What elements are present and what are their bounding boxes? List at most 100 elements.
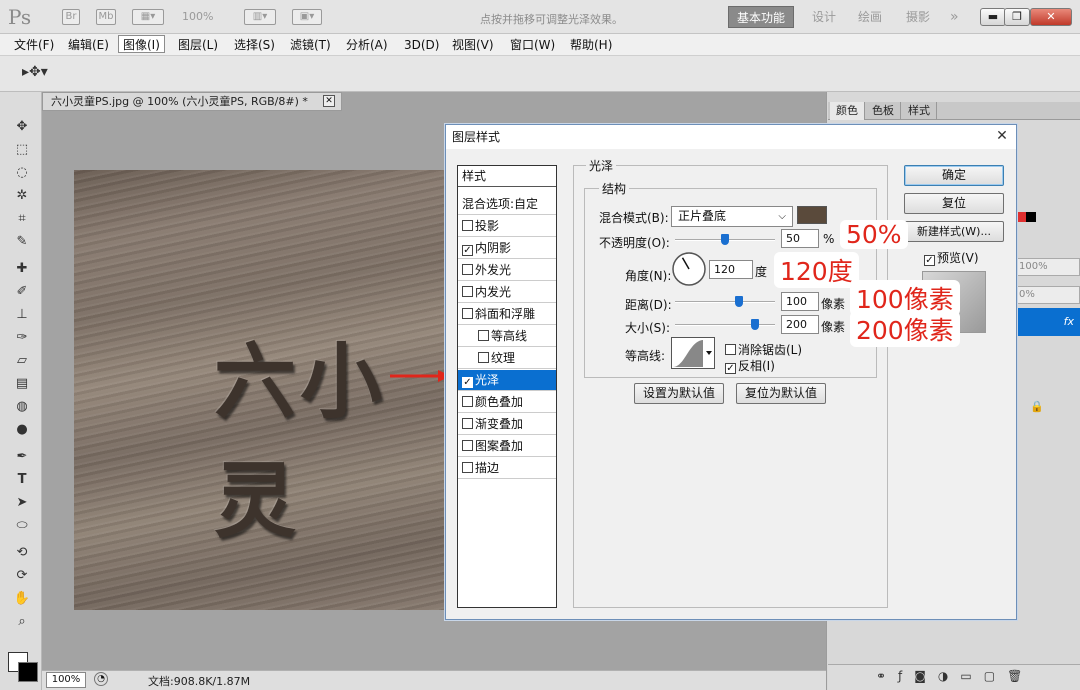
menu-window[interactable]: 窗口(W) [506,36,559,54]
eyedropper-tool-icon[interactable]: ✎ [12,233,32,251]
arrange-documents-button[interactable]: ▥▾ [244,9,276,25]
close-document-icon[interactable]: ✕ [323,95,335,107]
pen-tool-icon[interactable]: ✒ [12,448,32,466]
drop-shadow-checkbox[interactable] [462,220,473,231]
anti-alias-option[interactable]: 消除锯齿(L) [725,341,802,358]
tab-styles[interactable]: 样式 [902,102,937,120]
menu-view[interactable]: 视图(V) [448,36,498,54]
menu-file[interactable]: 文件(F) [10,36,58,54]
zoom-tool-icon[interactable]: ⌕ [12,613,32,631]
move-tool-icon[interactable]: ✥ [12,118,32,136]
angle-input[interactable]: 120 [709,260,753,279]
bridge-button[interactable]: Br [62,9,80,25]
pattern-overlay-checkbox[interactable] [462,440,473,451]
style-item-stroke[interactable]: 描边 [458,458,556,479]
workspace-painting[interactable]: 绘画 [850,6,890,28]
shape-tool-icon[interactable]: ⬭ [12,517,32,535]
foreground-color-swatch[interactable] [18,662,38,682]
preview-option[interactable]: ✓ 预览(V) [924,249,979,266]
dialog-close-icon[interactable]: ✕ [994,129,1010,145]
tab-swatches[interactable]: 色板 [866,102,901,120]
mini-bridge-button[interactable]: Mb [96,9,116,25]
style-item-drop-shadow[interactable]: 投影 [458,216,556,237]
style-item-outer-glow[interactable]: 外发光 [458,260,556,281]
menu-3d[interactable]: 3D(D) [400,36,443,54]
hand-tool-icon[interactable]: ✋ [12,590,32,608]
opacity-field[interactable]: 100% [1016,258,1080,276]
distance-input[interactable]: 100 [781,292,819,311]
zoom-level[interactable]: 100% [182,10,213,23]
history-brush-tool-icon[interactable]: ✑ [12,329,32,347]
texture-checkbox[interactable] [478,352,489,363]
style-item-gradient-overlay[interactable]: 渐变叠加 [458,414,556,435]
workspace-photography[interactable]: 摄影 [898,6,938,28]
minimize-button[interactable]: ▬ [980,8,1006,26]
selected-layer-fx[interactable]: fx [1016,308,1080,336]
inner-glow-checkbox[interactable] [462,286,473,297]
size-input[interactable]: 200 [781,315,819,334]
workspace-essentials[interactable]: 基本功能 [728,6,795,28]
workspace-design[interactable]: 设计 [804,6,844,28]
make-default-button[interactable]: 设置为默认值 [634,383,724,404]
blur-tool-icon[interactable]: ◍ [12,398,32,416]
zoom-field[interactable]: 100% [46,672,86,688]
bevel-emboss-checkbox[interactable] [462,308,473,319]
close-window-button[interactable]: ✕ [1030,8,1072,26]
distance-slider-thumb[interactable] [735,296,743,307]
opacity-slider-thumb[interactable] [721,234,729,245]
color-ramp[interactable] [1016,212,1036,222]
menu-edit[interactable]: 编辑(E) [64,36,113,54]
invert-checkbox[interactable]: ✓ [725,363,736,374]
blend-mode-select[interactable]: 正片叠底 ⌵ [671,206,793,227]
style-item-texture[interactable]: 纹理 [458,348,556,369]
size-slider[interactable] [675,324,775,326]
style-item-blend-options[interactable]: 混合选项:自定 [458,194,556,215]
satin-color-swatch[interactable] [797,206,827,224]
stroke-checkbox[interactable] [462,462,473,473]
satin-checkbox[interactable]: ✓ [462,377,473,388]
fill-field[interactable]: 0% [1016,286,1080,304]
marquee-tool-icon[interactable]: ⬚ [12,141,32,159]
type-tool-icon[interactable]: T [12,471,32,489]
dodge-tool-icon[interactable]: ● [12,421,32,439]
menu-help[interactable]: 帮助(H) [566,36,616,54]
status-info-icon[interactable]: ◔ [94,672,108,686]
ok-button[interactable]: 确定 [904,165,1004,186]
maximize-button[interactable]: ❐ [1004,8,1030,26]
menu-layer[interactable]: 图层(L) [174,36,222,54]
style-item-satin[interactable]: ✓ 光泽 [458,370,556,391]
angle-dial-icon[interactable] [671,251,707,287]
color-overlay-checkbox[interactable] [462,396,473,407]
workspace-more[interactable]: » [942,6,967,28]
style-item-pattern-overlay[interactable]: 图案叠加 [458,436,556,457]
screen-mode-button[interactable]: ▣▾ [292,9,322,25]
preview-checkbox[interactable]: ✓ [924,255,935,266]
brush-tool-icon[interactable]: ✐ [12,283,32,301]
reset-button[interactable]: 复位 [904,193,1004,214]
outer-glow-checkbox[interactable] [462,264,473,275]
reset-default-button[interactable]: 复位为默认值 [736,383,826,404]
view-extras-button[interactable]: ▦▾ [132,9,164,25]
invert-option[interactable]: ✓ 反相(I) [725,357,775,374]
document-tab[interactable]: 六小灵童PS.jpg @ 100% (六小灵童PS, RGB/8#) * [42,92,342,111]
anti-alias-checkbox[interactable] [725,344,736,355]
move-tool-icon[interactable]: ▸✥▾ [22,64,48,80]
contour-picker-icon[interactable] [671,337,715,369]
lock-icon[interactable]: 🔒 [1030,400,1044,413]
healing-tool-icon[interactable]: ✚ [12,260,32,278]
style-item-bevel-emboss[interactable]: 斜面和浮雕 [458,304,556,325]
image-canvas[interactable]: 六小灵 [74,170,446,610]
gradient-overlay-checkbox[interactable] [462,418,473,429]
new-style-button[interactable]: 新建样式(W)... [904,221,1004,242]
stamp-tool-icon[interactable]: ⊥ [12,306,32,324]
menu-image[interactable]: 图像(I) [118,35,165,53]
gradient-tool-icon[interactable]: ▤ [12,375,32,393]
tab-color[interactable]: 颜色 [830,102,865,120]
contour-checkbox[interactable] [478,330,489,341]
inner-shadow-checkbox[interactable]: ✓ [462,245,473,256]
distance-slider[interactable] [675,301,775,303]
3d-rotate-tool-icon[interactable]: ⟲ [12,544,32,562]
opacity-input[interactable]: 50 [781,229,819,248]
lasso-tool-icon[interactable]: ◌ [12,164,32,182]
size-slider-thumb[interactable] [751,319,759,330]
